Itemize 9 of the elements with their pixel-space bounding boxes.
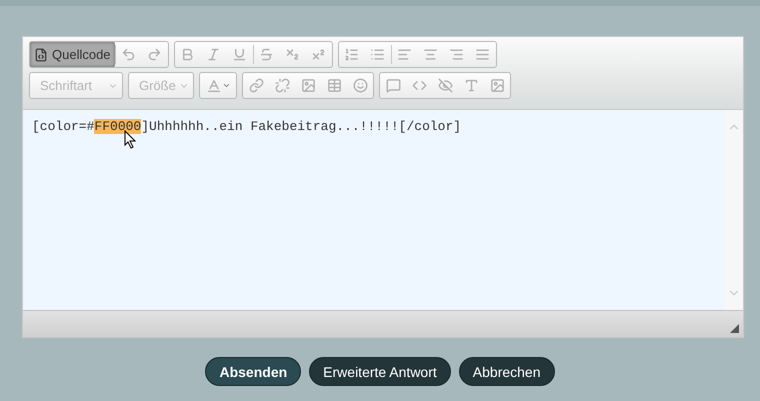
action-button[interactable]: Absenden [205,357,302,386]
action-button[interactable]: Abbrechen [458,357,554,386]
source-code-button[interactable]: Quellcode [30,42,115,67]
source-code-icon [34,48,48,62]
action-button[interactable]: Erweiterte Antwort [309,357,451,386]
editor-text[interactable]: [color=#FF0000]Uhhhhhh..ein Fakebeitrag...!!!!![/color] [32,119,716,134]
resize-grip-icon[interactable] [730,324,739,333]
mouse-cursor-icon [124,130,136,149]
scroll-bar[interactable] [725,110,743,310]
